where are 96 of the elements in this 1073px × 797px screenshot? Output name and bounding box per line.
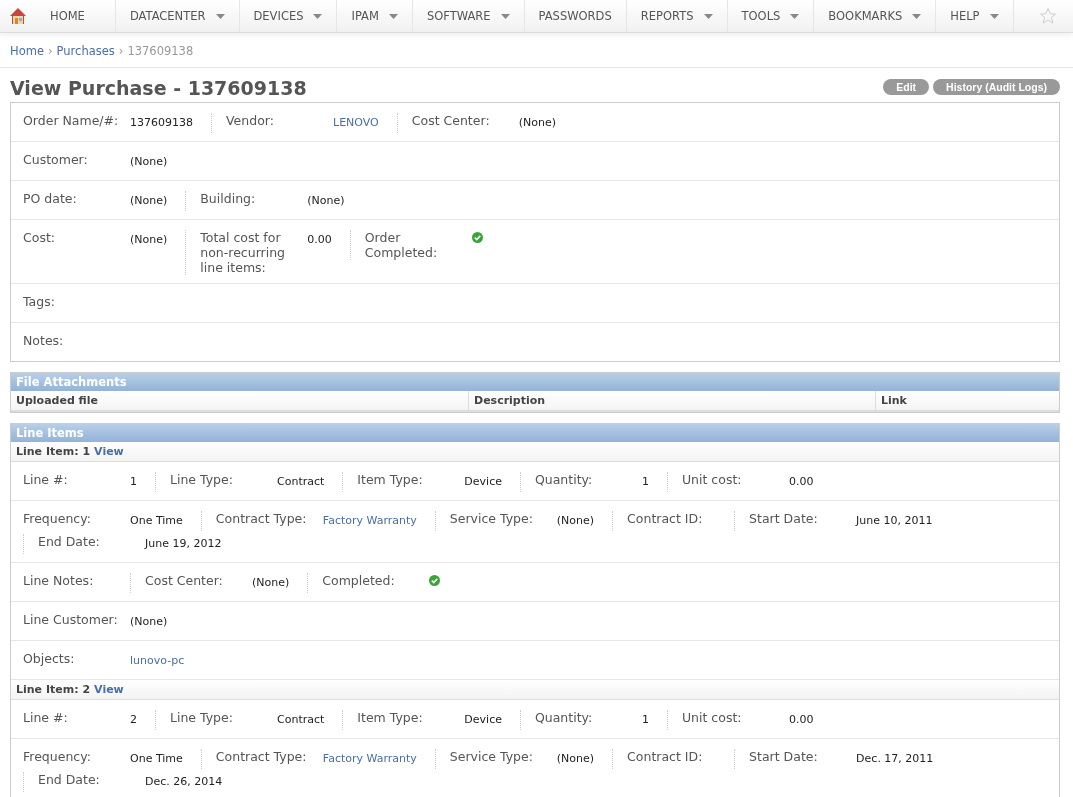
field-label: Frequency: (23, 511, 92, 526)
field-value: (None) (556, 513, 596, 529)
field-link[interactable]: LENOVO (333, 113, 397, 131)
view-link[interactable]: View (94, 445, 124, 458)
field-label: Cost Center: (145, 573, 224, 588)
field-value: Dec. 26, 2014 (145, 774, 224, 790)
field-label: Line Type: (170, 710, 234, 725)
field-label: Contract Type: (215, 511, 308, 526)
home-icon[interactable] (8, 6, 28, 26)
field-value: (None) (518, 115, 558, 131)
nav-menu-item[interactable]: HELP (936, 0, 1014, 32)
field-label: Contract ID: (627, 749, 704, 764)
field-value: 0.00 (788, 712, 815, 728)
breadcrumb-current: 137609138 (127, 44, 194, 58)
nav-menu-item[interactable]: PASSWORDS (524, 0, 627, 32)
field-value: 1 (130, 474, 138, 490)
breadcrumb-link[interactable]: Home (10, 44, 44, 58)
section-header: Line Items (11, 424, 1059, 442)
field-label: Contract Type: (215, 749, 308, 764)
column-header: Description (468, 391, 875, 410)
field-label: Building: (200, 191, 257, 206)
field-label: Vendor: (226, 113, 275, 128)
field-label: Order Completed: (364, 230, 439, 260)
field-value: Contract (277, 474, 326, 490)
nav-menu-item[interactable]: SOFTWARE (412, 0, 525, 32)
field-label: Line #: (23, 472, 69, 487)
star-icon[interactable] (1039, 7, 1057, 25)
field-label: End Date: (38, 772, 101, 787)
field-value: (None) (130, 232, 169, 248)
field-value: (None) (556, 751, 596, 767)
field-label: Contract ID: (627, 511, 704, 526)
field-value: 0.00 (307, 232, 333, 248)
field-value: (None) (130, 154, 169, 170)
field-value: 137609138 (130, 115, 194, 131)
field-value: (None) (130, 614, 169, 630)
field-label: Cost Center: (411, 113, 491, 128)
nav-menu-item[interactable]: DEVICES (239, 0, 338, 32)
nav-menu-item[interactable]: IPAM (337, 0, 413, 32)
field-value: (None) (130, 193, 169, 209)
field-label: Quantity: (534, 472, 594, 487)
field-label: Cost: (23, 230, 56, 245)
field-value: June 10, 2011 (856, 513, 934, 529)
field-label: Start Date: (749, 511, 819, 526)
column-header: Link (875, 391, 1059, 410)
field-label: Line Notes: (23, 573, 95, 588)
field-value: (None) (307, 193, 346, 209)
nav-menu-item[interactable]: HOME (36, 0, 116, 32)
field-value: Contract (277, 712, 326, 728)
field-value: Device (464, 712, 503, 728)
field-label: Quantity: (534, 710, 594, 725)
breadcrumb-link[interactable]: Purchases (56, 44, 115, 58)
field-label: Line #: (23, 710, 69, 725)
field-value: 1 (641, 474, 650, 490)
line-item-heading: Line Item: 1 (16, 445, 91, 458)
field-label: Notes: (23, 333, 65, 348)
view-link[interactable]: View (94, 683, 124, 696)
field-value: 2 (130, 712, 138, 728)
field-value: Device (464, 474, 503, 490)
field-label: Unit cost: (681, 472, 743, 487)
field-label: Tags: (23, 294, 56, 309)
field-label: Line Customer: (23, 612, 119, 627)
field-value: (None) (252, 575, 291, 591)
field-label: Customer: (23, 152, 89, 167)
field-link[interactable]: Factory Warranty (322, 511, 435, 529)
field-value: Dec. 17, 2011 (856, 751, 935, 767)
field-value: One Time (130, 513, 184, 529)
nav-menu-item[interactable]: DATACENTER (115, 0, 240, 32)
field-label: Objects: (23, 651, 76, 666)
field-label: Item Type: (357, 710, 424, 725)
field-label: PO date: (23, 191, 78, 206)
field-value: June 19, 2012 (145, 536, 223, 552)
field-label: Order Name/#: (23, 113, 120, 128)
field-label: Completed: (322, 573, 396, 588)
field-label: Item Type: (357, 472, 424, 487)
field-label: Service Type: (449, 749, 534, 764)
page-title: View Purchase - 137609138 (10, 77, 307, 99)
field-value: 0.00 (788, 474, 815, 490)
breadcrumb-separator: › (118, 44, 124, 58)
field-link[interactable]: Factory Warranty (322, 749, 435, 767)
field-label: Total cost for non-recurring line items: (200, 230, 287, 275)
column-header: Uploaded file (15, 393, 99, 409)
field-value: 1 (641, 712, 650, 728)
field-link[interactable]: lunovo-pc (130, 651, 203, 669)
field-value: One Time (130, 751, 184, 767)
field-label: End Date: (38, 534, 101, 549)
nav-menu-item[interactable]: REPORTS (626, 0, 728, 32)
nav-menu-item[interactable]: BOOKMARKS (814, 0, 937, 32)
section-header: File Attachments (11, 373, 1059, 391)
nav-menu-item[interactable]: TOOLS (727, 0, 815, 32)
field-label: Start Date: (749, 749, 819, 764)
field-label: Unit cost: (681, 710, 743, 725)
line-item-heading: Line Item: 2 (16, 683, 91, 696)
field-label: Frequency: (23, 749, 92, 764)
field-label: Line Type: (170, 472, 234, 487)
field-label: Service Type: (449, 511, 534, 526)
breadcrumb-separator: › (47, 44, 53, 58)
